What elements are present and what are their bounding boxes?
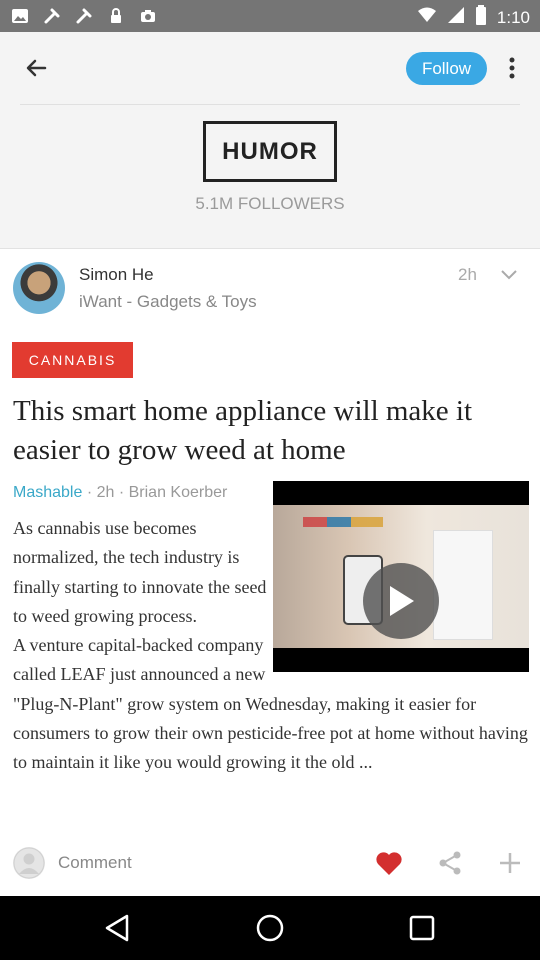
author-avatar[interactable] <box>13 262 65 314</box>
add-button[interactable] <box>496 849 524 877</box>
share-icon <box>439 851 461 875</box>
heart-icon <box>376 852 402 875</box>
article-body[interactable]: As cannabis use becomes normalized, the … <box>13 514 529 778</box>
more-vert-icon <box>509 57 515 79</box>
nav-recents-button[interactable] <box>406 912 438 944</box>
expand-post-menu-button[interactable] <box>498 264 520 286</box>
system-icons: 1:10 <box>417 5 530 30</box>
article-headline[interactable]: This smart home appliance will make it e… <box>13 392 531 470</box>
category-tag[interactable]: CANNABIS <box>12 342 133 378</box>
share-button[interactable] <box>436 849 464 877</box>
action-bar: Comment <box>0 836 540 888</box>
post-time: 2h <box>458 265 477 284</box>
notification-icons <box>10 6 158 26</box>
status-time: 1:10 <box>496 7 530 27</box>
divider <box>20 104 520 105</box>
article-source[interactable]: Mashable <box>13 484 82 501</box>
author-name[interactable]: Simon He <box>79 265 154 285</box>
topic-header: Follow <box>0 32 540 104</box>
follow-button[interactable]: Follow <box>406 52 487 85</box>
like-button[interactable] <box>374 849 404 877</box>
square-recents-icon <box>409 915 435 941</box>
camera-icon <box>138 6 158 26</box>
lock-icon <box>106 6 126 26</box>
circle-home-icon <box>256 914 284 942</box>
plus-icon <box>500 853 520 873</box>
article-meta: Mashable · 2h · Brian Koerber <box>13 484 227 502</box>
tools-icon <box>42 6 62 26</box>
divider <box>0 248 540 249</box>
tools-icon <box>74 6 94 26</box>
triangle-back-icon <box>105 914 129 942</box>
arrow-back-icon <box>26 59 47 77</box>
nav-home-button[interactable] <box>254 912 286 944</box>
more-options-button[interactable] <box>500 52 524 84</box>
author-source[interactable]: iWant - Gadgets & Toys <box>79 292 257 312</box>
chevron-down-icon <box>501 270 517 280</box>
followers-count: 5.1M FOLLOWERS <box>195 194 345 213</box>
status-bar: 1:10 <box>0 0 540 32</box>
person-icon <box>13 847 45 879</box>
back-button[interactable] <box>20 52 52 84</box>
signal-icon <box>447 6 465 29</box>
nav-back-button[interactable] <box>101 912 133 944</box>
user-avatar <box>13 847 45 879</box>
article-time-author: · 2h · Brian Koerber <box>82 484 228 501</box>
navigation-bar <box>0 896 540 960</box>
wifi-icon <box>417 6 437 29</box>
comment-input[interactable]: Comment <box>58 853 132 873</box>
topic-title: HUMOR <box>203 121 337 182</box>
battery-icon <box>475 5 487 30</box>
image-icon <box>10 6 30 26</box>
topic-info: HUMOR 5.1M FOLLOWERS <box>0 104 540 248</box>
